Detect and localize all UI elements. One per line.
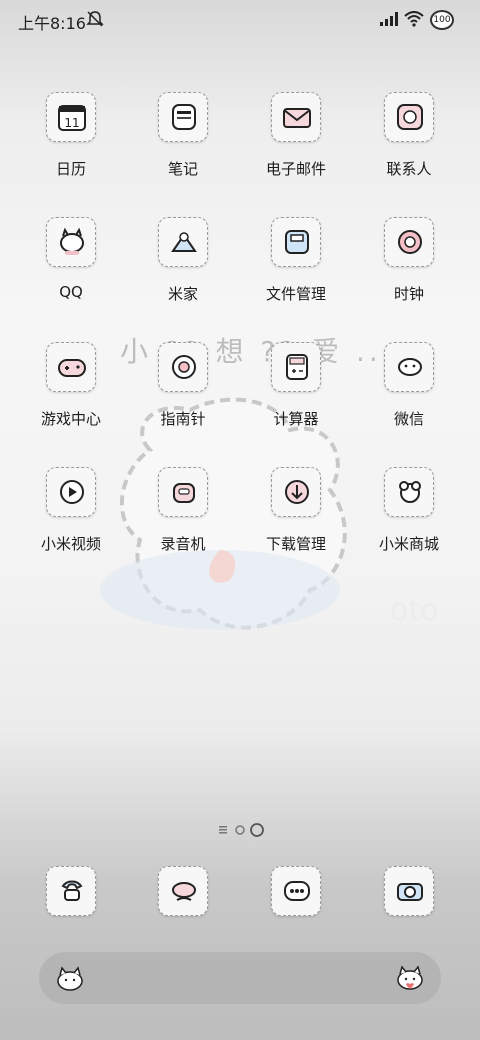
camera-icon (384, 866, 434, 916)
download-icon (271, 467, 321, 517)
search-bar[interactable] (39, 952, 441, 1004)
calendar-icon: 11 (46, 92, 96, 142)
app-label: 日历 (55, 160, 86, 178)
files-icon (271, 217, 321, 267)
app-label: 指南针 (160, 410, 206, 428)
app-qq[interactable]: QQ (15, 217, 127, 327)
compass-icon (158, 342, 208, 392)
app-label: 计算器 (273, 410, 319, 428)
app-label: 联系人 (386, 160, 432, 178)
recorder-icon (158, 467, 208, 517)
app-mi-mall[interactable]: 小米商城 (353, 467, 465, 577)
app-game-center[interactable]: 游戏中心 (15, 342, 127, 452)
cat-heart-icon[interactable] (393, 961, 427, 995)
cat-icon (57, 966, 83, 991)
dock-phone[interactable] (15, 866, 127, 926)
app-label: 微信 (393, 410, 424, 428)
app-mi-video[interactable]: 小米视频 (15, 467, 127, 577)
wifi-icon (404, 11, 424, 27)
app-mail[interactable]: 电子邮件 (240, 92, 352, 202)
notes-icon (158, 92, 208, 142)
mijia-icon (158, 217, 208, 267)
svg-text:oto: oto (390, 593, 438, 628)
qq-icon (46, 217, 96, 267)
app-contacts[interactable]: 联系人 (353, 92, 465, 202)
messages-icon (158, 866, 208, 916)
game-icon (46, 342, 96, 392)
dock-messages[interactable] (127, 866, 239, 926)
phone-icon (46, 866, 96, 916)
app-label: 小米商城 (378, 535, 439, 553)
app-label: 米家 (167, 285, 198, 303)
app-label: 笔记 (167, 160, 198, 178)
battery-indicator: 100 (430, 10, 454, 30)
app-label: 下载管理 (265, 535, 326, 553)
app-clock[interactable]: 时钟 (353, 217, 465, 327)
dock-camera[interactable] (353, 866, 465, 926)
app-recorder[interactable]: 录音机 (127, 467, 239, 577)
app-compass[interactable]: 指南针 (127, 342, 239, 452)
browser-icon (271, 866, 321, 916)
app-label: 游戏中心 (40, 410, 101, 428)
app-notes[interactable]: 笔记 (127, 92, 239, 202)
status-bar: 上午8:16 100 (0, 0, 480, 40)
app-label: 录音机 (160, 535, 206, 553)
contacts-icon (384, 92, 434, 142)
app-files[interactable]: 文件管理 (240, 217, 352, 327)
app-calculator[interactable]: 计算器 (240, 342, 352, 452)
dock-browser[interactable] (240, 866, 352, 926)
app-label: 小米视频 (40, 535, 101, 553)
mute-icon (86, 11, 104, 27)
svg-text:11: 11 (64, 116, 79, 130)
wechat-icon (384, 342, 434, 392)
dock (0, 866, 480, 926)
calculator-icon (271, 342, 321, 392)
app-wechat[interactable]: 微信 (353, 342, 465, 452)
app-label: 文件管理 (265, 285, 326, 303)
video-icon (46, 467, 96, 517)
app-calendar[interactable]: 11 日历 (15, 92, 127, 202)
mall-icon (384, 467, 434, 517)
mail-icon (271, 92, 321, 142)
signal-icon (380, 12, 398, 26)
app-label: 电子邮件 (265, 160, 326, 178)
app-mijia[interactable]: 米家 (127, 217, 239, 327)
page-indicator[interactable] (219, 822, 267, 838)
app-download-manager[interactable]: 下载管理 (240, 467, 352, 577)
status-time: 上午8:16 (18, 14, 86, 33)
clock-icon (384, 217, 434, 267)
app-label: 时钟 (393, 285, 424, 303)
app-label: QQ (59, 283, 83, 301)
